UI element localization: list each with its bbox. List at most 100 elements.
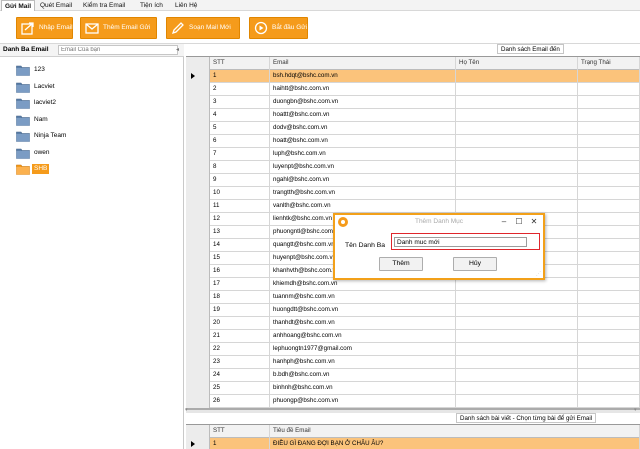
row-selector[interactable] — [186, 148, 210, 161]
email-row[interactable]: 8 luyenpt@bshc.com.vn — [186, 161, 640, 174]
grid-cell[interactable] — [456, 83, 578, 96]
email-row[interactable]: 10 trangtth@bshc.com.vn — [186, 187, 640, 200]
email-row[interactable]: 1 bsh.hdqt@bshc.com.vn — [186, 70, 640, 83]
grid-cell[interactable] — [578, 382, 640, 395]
grid-cell[interactable]: luyenpt@bshc.com.vn — [270, 161, 456, 174]
grid-cell[interactable] — [578, 226, 640, 239]
email-row[interactable]: 2 haihtt@bshc.com.vn — [186, 83, 640, 96]
add-sent-email-button[interactable]: Thêm Email Gửi — [80, 17, 157, 39]
grid-cell[interactable]: 8 — [210, 161, 270, 174]
grid-cell[interactable]: 10 — [210, 187, 270, 200]
grid-cell[interactable]: phuongp@bshc.com.vn — [270, 395, 456, 408]
grid-cell[interactable]: b.bdh@bshc.com.vn — [270, 369, 456, 382]
row-selector[interactable] — [186, 213, 210, 226]
row-selector[interactable] — [186, 356, 210, 369]
grid-cell[interactable]: 4 — [210, 109, 270, 122]
column-header[interactable]: Email — [270, 57, 456, 70]
grid-cell[interactable]: 22 — [210, 343, 270, 356]
tab-tien-ich[interactable]: Tiện ích — [137, 0, 166, 11]
category-name-input[interactable] — [394, 237, 527, 247]
maximize-icon[interactable]: ☐ — [514, 216, 524, 227]
grid-cell[interactable]: ĐIỀU GÌ ĐANG ĐỢI BẠN Ở CHÂU ÂU? — [270, 438, 640, 449]
minimize-icon[interactable]: – — [499, 216, 509, 227]
grid-cell[interactable] — [578, 213, 640, 226]
grid-cell[interactable]: 6 — [210, 135, 270, 148]
row-selector[interactable] — [186, 382, 210, 395]
grid-cell[interactable]: 1 — [210, 438, 270, 449]
grid-cell[interactable]: 25 — [210, 382, 270, 395]
column-header[interactable]: STT — [210, 57, 270, 70]
grid-cell[interactable]: 16 — [210, 265, 270, 278]
email-row[interactable]: 22 lephuongtn1977@gmail.com — [186, 343, 640, 356]
row-selector[interactable] — [186, 226, 210, 239]
email-row[interactable]: 5 dodv@bshc.com.vn — [186, 122, 640, 135]
grid-cell[interactable] — [456, 291, 578, 304]
compose-mail-button[interactable]: Soạn Mail Mới — [166, 17, 240, 39]
folder-item[interactable]: owen — [16, 147, 50, 160]
grid-cell[interactable]: 5 — [210, 122, 270, 135]
email-row[interactable]: 24 b.bdh@bshc.com.vn — [186, 369, 640, 382]
grid-cell[interactable] — [578, 304, 640, 317]
email-row[interactable]: 19 huongdtt@bshc.com.vn — [186, 304, 640, 317]
row-selector[interactable] — [186, 122, 210, 135]
grid-cell[interactable] — [456, 109, 578, 122]
grid-cell[interactable]: 21 — [210, 330, 270, 343]
grid-cell[interactable] — [578, 109, 640, 122]
grid-cell[interactable] — [578, 239, 640, 252]
grid-cell[interactable]: haihtt@bshc.com.vn — [270, 83, 456, 96]
grid-cell[interactable]: 7 — [210, 148, 270, 161]
grid-cell[interactable] — [456, 317, 578, 330]
email-row[interactable]: 18 tuannm@bshc.com.vn — [186, 291, 640, 304]
grid-cell[interactable]: dodv@bshc.com.vn — [270, 122, 456, 135]
email-row[interactable]: 25 binhnh@bshc.com.vn — [186, 382, 640, 395]
email-row[interactable]: 20 thanhdt@bshc.com.vn — [186, 317, 640, 330]
grid-cell[interactable]: hanhph@bshc.com.vn — [270, 356, 456, 369]
grid-cell[interactable] — [578, 161, 640, 174]
grid-cell[interactable] — [456, 330, 578, 343]
row-selector[interactable] — [186, 278, 210, 291]
grid-cell[interactable] — [578, 291, 640, 304]
grid-cell[interactable] — [578, 83, 640, 96]
grid-cell[interactable]: trangtth@bshc.com.vn — [270, 187, 456, 200]
grid-cell[interactable] — [456, 395, 578, 408]
grid-cell[interactable]: tuannm@bshc.com.vn — [270, 291, 456, 304]
grid-cell[interactable] — [456, 161, 578, 174]
grid-cell[interactable] — [456, 122, 578, 135]
grid-cell[interactable] — [456, 382, 578, 395]
grid-cell[interactable]: duongbn@bshc.com.vn — [270, 96, 456, 109]
grid-cell[interactable]: lephuongtn1977@gmail.com — [270, 343, 456, 356]
email-row[interactable]: 21 anhhoang@bshc.com.vn — [186, 330, 640, 343]
post-row[interactable]: 1 ĐIỀU GÌ ĐANG ĐỢI BẠN Ở CHÂU ÂU? — [186, 438, 640, 449]
tab-lien-he[interactable]: Liên Hệ — [172, 0, 200, 11]
grid-cell[interactable] — [578, 70, 640, 83]
grid-cell[interactable] — [578, 148, 640, 161]
grid-cell[interactable] — [578, 343, 640, 356]
grid-cell[interactable] — [578, 135, 640, 148]
grid-cell[interactable]: huongdtt@bshc.com.vn — [270, 304, 456, 317]
cancel-button[interactable]: Hủy — [453, 257, 497, 271]
grid-cell[interactable]: ngahl@bshc.com.vn — [270, 174, 456, 187]
grid-cell[interactable] — [456, 70, 578, 83]
grid-cell[interactable]: 14 — [210, 239, 270, 252]
grid-cell[interactable] — [578, 395, 640, 408]
row-selector[interactable] — [186, 317, 210, 330]
grid-cell[interactable] — [456, 369, 578, 382]
grid-cell[interactable] — [578, 187, 640, 200]
folder-item[interactable]: lacviet2 — [16, 97, 56, 110]
grid-cell[interactable]: 26 — [210, 395, 270, 408]
grid-cell[interactable] — [578, 122, 640, 135]
grid-cell[interactable]: binhnh@bshc.com.vn — [270, 382, 456, 395]
grid-cell[interactable] — [456, 200, 578, 213]
grid-cell[interactable] — [456, 96, 578, 109]
row-selector[interactable] — [186, 187, 210, 200]
email-row[interactable]: 6 hoatt@bshc.com.vn — [186, 135, 640, 148]
grid-cell[interactable]: thanhdt@bshc.com.vn — [270, 317, 456, 330]
row-selector[interactable] — [186, 135, 210, 148]
grid-cell[interactable] — [578, 252, 640, 265]
grid-cell[interactable] — [578, 174, 640, 187]
row-selector[interactable] — [186, 200, 210, 213]
email-row[interactable]: 4 hoattt@bshc.com.vn — [186, 109, 640, 122]
row-selector[interactable] — [186, 343, 210, 356]
row-selector[interactable] — [186, 265, 210, 278]
column-header[interactable]: Trạng Thái — [578, 57, 640, 70]
